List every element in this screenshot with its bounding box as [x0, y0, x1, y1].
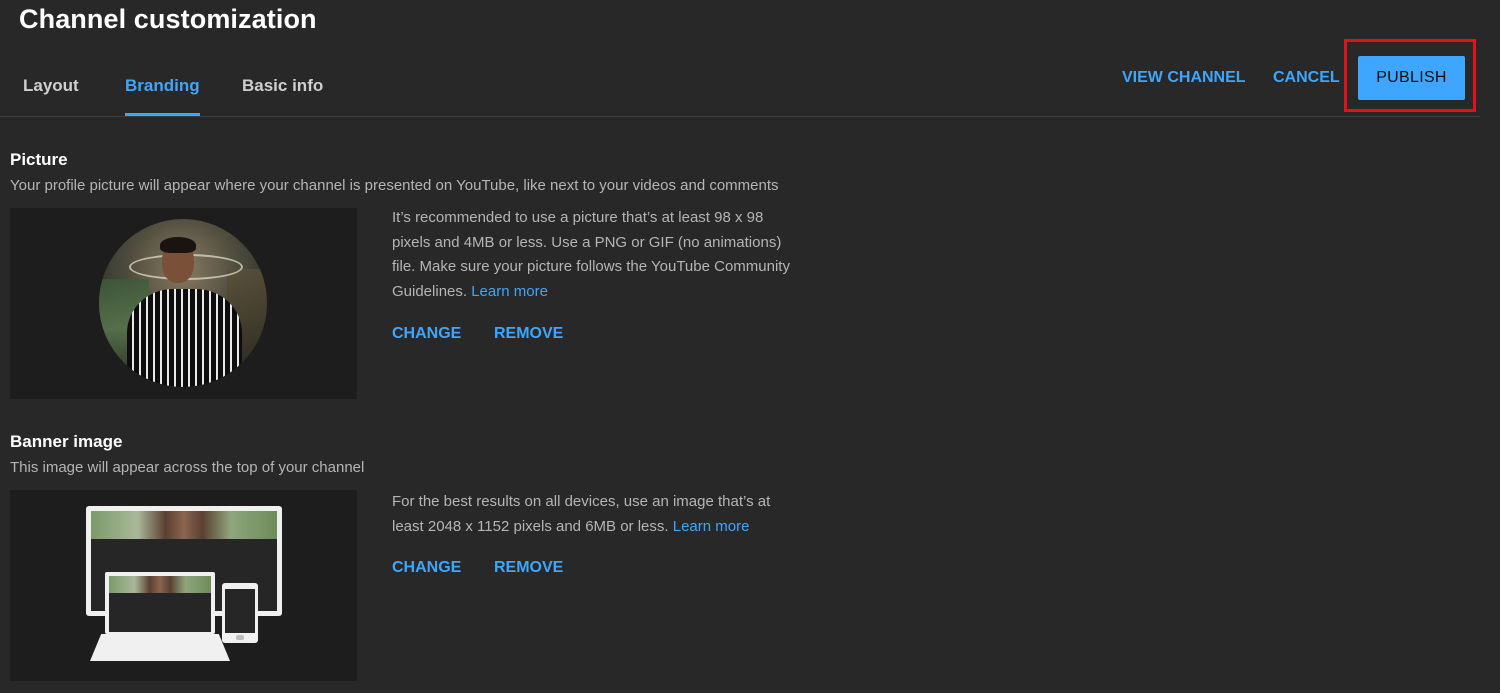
cancel-button[interactable]: CANCEL: [1273, 56, 1340, 100]
picture-learn-more-link[interactable]: Learn more: [471, 283, 548, 300]
channel-customization-page: Channel customization Layout Branding Ba…: [0, 0, 1500, 693]
header-divider: [0, 116, 1480, 117]
banner-remove-button[interactable]: REMOVE: [494, 559, 563, 577]
avatar: [99, 219, 267, 387]
profile-picture-preview: [10, 208, 357, 399]
tab-layout[interactable]: Layout: [23, 60, 79, 116]
picture-change-button[interactable]: CHANGE: [392, 325, 461, 343]
banner-section-description: This image will appear across the top of…: [10, 459, 365, 476]
tab-label: Branding: [125, 76, 200, 95]
view-channel-button[interactable]: VIEW CHANNEL: [1122, 56, 1246, 100]
picture-remove-button[interactable]: REMOVE: [494, 325, 563, 343]
page-title: Channel customization: [19, 4, 317, 34]
tab-basic-info[interactable]: Basic info: [242, 60, 323, 116]
picture-info-text: It’s recommended to use a picture that’s…: [392, 206, 792, 304]
banner-section-title: Banner image: [10, 432, 123, 451]
publish-button[interactable]: PUBLISH: [1358, 56, 1465, 100]
banner-info-text: For the best results on all devices, use…: [392, 490, 792, 539]
tab-label: Basic info: [242, 76, 324, 95]
banner-image-preview: [10, 490, 357, 681]
phone-icon: [222, 583, 258, 643]
laptop-icon: [105, 572, 215, 634]
picture-section-title: Picture: [10, 150, 68, 169]
tab-branding[interactable]: Branding: [125, 60, 200, 116]
laptop-base-icon: [90, 634, 230, 661]
banner-learn-more-link[interactable]: Learn more: [673, 518, 750, 535]
picture-info-body: It’s recommended to use a picture that’s…: [392, 209, 790, 300]
tab-label: Layout: [23, 76, 79, 95]
banner-change-button[interactable]: CHANGE: [392, 559, 461, 577]
picture-section-description: Your profile picture will appear where y…: [10, 177, 779, 194]
